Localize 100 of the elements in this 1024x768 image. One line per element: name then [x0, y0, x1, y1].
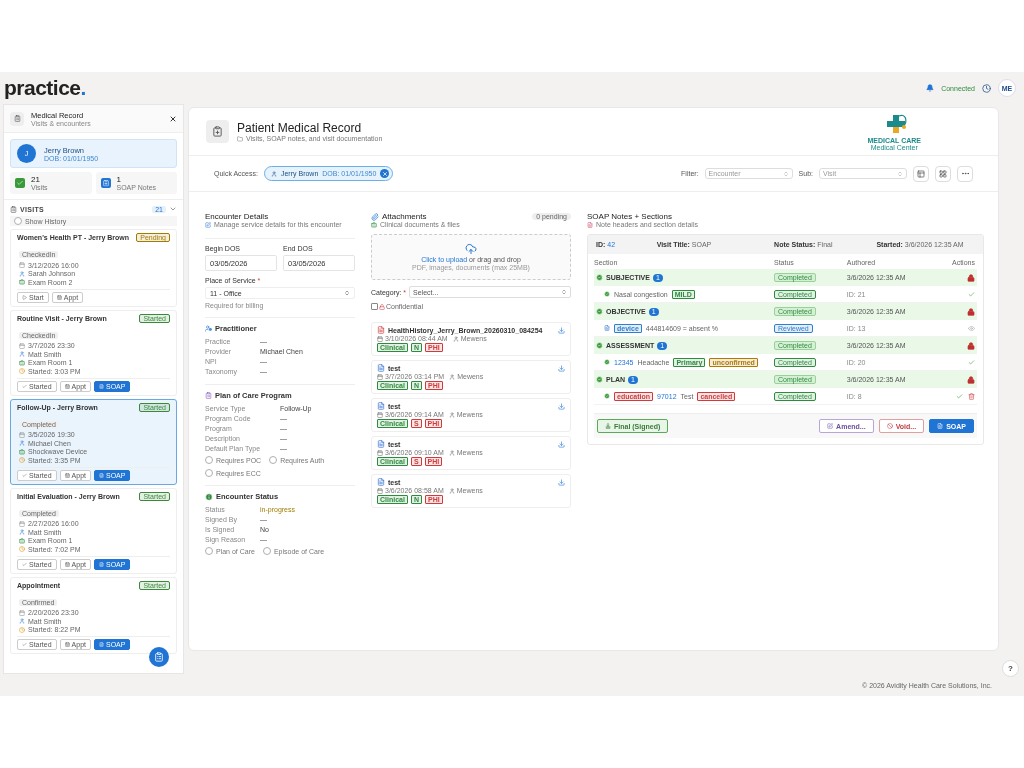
edit-icon — [827, 423, 834, 429]
check-icon[interactable] — [967, 290, 975, 298]
document-icon — [99, 642, 104, 647]
info-icon — [205, 492, 213, 501]
check-icon — [15, 178, 25, 188]
stamp-icon — [605, 423, 611, 429]
person-icon — [205, 325, 212, 332]
close-icon[interactable] — [169, 114, 177, 123]
check-icon[interactable] — [967, 358, 975, 366]
section-title: SOAP Notes + Sections — [587, 212, 672, 221]
clipboard-icon — [10, 205, 17, 213]
download-icon[interactable] — [558, 402, 565, 410]
calendar-icon — [19, 342, 25, 349]
clipboard-icon — [154, 652, 164, 662]
person-icon — [452, 335, 459, 342]
grid-button[interactable] — [935, 165, 951, 182]
person-icon — [19, 270, 25, 277]
file-icon — [377, 402, 385, 410]
calendar-icon — [377, 373, 383, 380]
calendar-icon — [56, 294, 62, 300]
paperclip-icon — [371, 212, 379, 221]
ban-icon — [886, 423, 893, 429]
option-checkbox[interactable] — [205, 547, 213, 555]
section-title: Encounter Details — [205, 212, 269, 221]
briefcase-icon — [19, 359, 25, 366]
clipboard-icon — [13, 115, 21, 122]
clipboard-fab[interactable] — [149, 647, 169, 667]
calendar-icon — [377, 487, 383, 494]
check-circle-icon — [604, 359, 610, 365]
clock-icon — [19, 457, 25, 464]
lock-icon — [379, 303, 385, 310]
panels-button[interactable] — [913, 165, 929, 182]
calendar-icon — [64, 383, 70, 389]
person-icon — [19, 529, 25, 536]
check-circle-icon — [604, 393, 610, 399]
download-icon[interactable] — [558, 478, 565, 486]
person-icon — [448, 487, 455, 494]
option-checkbox[interactable] — [205, 469, 213, 477]
lock-icon[interactable] — [966, 341, 975, 350]
document-icon — [604, 325, 610, 331]
calendar-icon — [64, 642, 70, 647]
option-checkbox[interactable] — [205, 456, 213, 464]
document-icon — [99, 472, 104, 478]
lock-icon[interactable] — [966, 307, 975, 316]
edit-icon — [205, 221, 211, 228]
check-circle-icon — [604, 291, 610, 297]
check-icon — [22, 472, 27, 478]
confidential-checkbox[interactable] — [371, 303, 378, 310]
calendar-icon — [377, 449, 383, 456]
document-icon — [99, 561, 104, 567]
check-icon — [22, 642, 27, 647]
clock-icon[interactable] — [982, 83, 991, 93]
briefcase-icon — [19, 279, 25, 286]
document-icon — [937, 423, 944, 429]
file-icon — [377, 364, 385, 372]
check-circle-icon — [596, 376, 603, 383]
person-icon — [448, 411, 455, 418]
grid-icon — [939, 169, 947, 178]
clipboard-icon — [212, 126, 223, 137]
clock-icon — [19, 368, 25, 375]
folder-icon — [237, 135, 243, 142]
app-logo: practice. — [4, 76, 86, 100]
trash-icon[interactable] — [967, 392, 975, 400]
section-title: Attachments — [382, 212, 427, 221]
calendar-icon — [19, 609, 25, 616]
eye-icon[interactable] — [967, 324, 975, 332]
clipboard-icon — [100, 178, 111, 188]
check-icon — [22, 561, 27, 567]
upload-icon — [465, 243, 477, 255]
calendar-icon — [19, 520, 25, 527]
more-icon — [960, 169, 970, 178]
calendar-icon — [377, 411, 383, 418]
calendar-icon — [64, 561, 70, 567]
person-icon — [19, 440, 25, 447]
check-icon[interactable] — [955, 392, 963, 400]
download-icon[interactable] — [558, 326, 565, 334]
document-icon — [587, 221, 593, 228]
calendar-icon — [19, 262, 25, 269]
briefcase-icon — [19, 448, 25, 455]
lock-icon[interactable] — [966, 375, 975, 384]
chevron-icon[interactable] — [169, 205, 177, 213]
bell-icon[interactable] — [926, 84, 935, 92]
briefcase-icon — [19, 537, 25, 544]
panels-icon — [917, 169, 925, 178]
option-checkbox[interactable] — [269, 456, 278, 464]
lock-icon[interactable] — [966, 273, 975, 282]
calendar-icon — [377, 335, 383, 342]
check-circle-icon — [596, 342, 603, 349]
download-icon[interactable] — [558, 364, 565, 372]
help-button[interactable]: ? — [1002, 660, 1019, 677]
page-title: Patient Medical Record — [237, 121, 363, 135]
history-checkbox[interactable] — [14, 217, 22, 225]
download-icon[interactable] — [558, 440, 565, 448]
person-icon — [19, 618, 25, 625]
option-checkbox[interactable] — [262, 547, 271, 555]
file-icon — [377, 478, 385, 486]
play-icon — [22, 294, 27, 300]
more-button[interactable] — [957, 165, 973, 182]
clipboard-icon — [205, 392, 212, 399]
calendar-icon — [64, 472, 70, 478]
